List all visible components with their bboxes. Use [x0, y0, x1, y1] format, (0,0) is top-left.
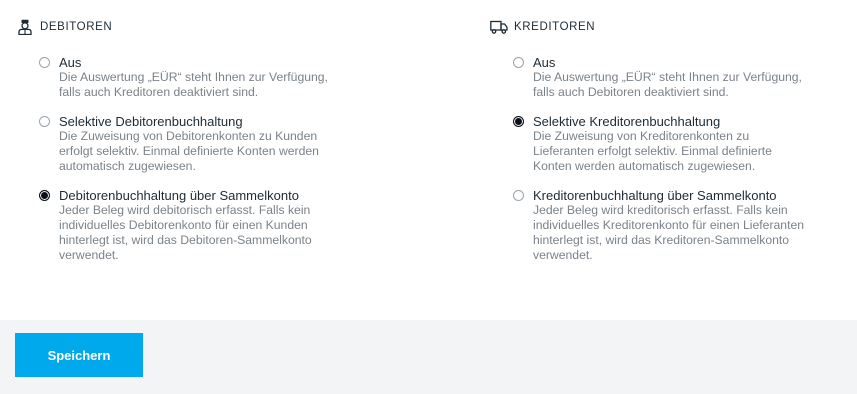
- option-description: Die Zuweisung von Debitorenkonten zu Kun…: [59, 129, 376, 174]
- kreditoren-option[interactable]: Kreditorenbuchhaltung über Sammelkonto Je…: [513, 188, 850, 263]
- radio-button[interactable]: [513, 116, 524, 127]
- kreditoren-option[interactable]: Aus Die Auswertung „EÜR“ steht Ihnen zur …: [513, 55, 850, 100]
- radio-button[interactable]: [513, 190, 524, 201]
- radio-button[interactable]: [39, 190, 50, 201]
- debitoren-options: Aus Die Auswertung „EÜR“ steht Ihnen zur …: [39, 55, 376, 263]
- kreditoren-option[interactable]: Selektive Kreditorenbuchhaltung Die Zuwei…: [513, 114, 850, 174]
- description-line: hinterlegt ist, wird das Debitoren-Samme…: [59, 233, 312, 247]
- option-description: Die Auswertung „EÜR“ steht Ihnen zur Ver…: [533, 70, 850, 100]
- option-description: Jeder Beleg wird debitorisch erfasst. Fa…: [59, 203, 376, 263]
- description-line: falls auch Kreditoren deaktiviert sind.: [59, 85, 259, 99]
- description-line: Jeder Beleg wird kreditorisch erfasst. F…: [533, 203, 788, 217]
- radio-button[interactable]: [39, 57, 50, 68]
- description-line: Die Zuweisung von Debitorenkonten zu Kun…: [59, 129, 318, 143]
- option-label: Aus: [533, 55, 556, 70]
- description-line: Konten werden automatisch zugewiesen.: [533, 159, 756, 173]
- option-label: Aus: [59, 55, 82, 70]
- option-label: Kreditorenbuchhaltung über Sammelkonto: [533, 188, 777, 203]
- description-line: Die Zuweisung von Kreditorenkonten zu: [533, 129, 750, 143]
- description-line: individuelles Kreditorenkonto für einen …: [533, 218, 805, 232]
- description-line: hinterlegt ist, wird das Kreditoren-Samm…: [533, 233, 790, 247]
- option-description: Die Auswertung „EÜR“ steht Ihnen zur Ver…: [59, 70, 376, 100]
- option-label: Selektive Debitorenbuchhaltung: [59, 114, 243, 129]
- description-line: falls auch Debitoren deaktiviert sind.: [533, 85, 729, 99]
- debitoren-option[interactable]: Debitorenbuchhaltung über Sammelkonto Jed…: [39, 188, 376, 263]
- kreditoren-section: KREDITOREN Aus Die Auswertung „EÜR“ steht…: [490, 16, 850, 277]
- kreditoren-header: KREDITOREN: [490, 16, 850, 38]
- debitoren-title: DEBITOREN: [40, 21, 113, 33]
- description-line: verwendet.: [533, 248, 593, 262]
- description-line: Die Auswertung „EÜR“ steht Ihnen zur Ver…: [533, 70, 802, 84]
- footer-bar: Speichern: [0, 320, 857, 394]
- save-button[interactable]: Speichern: [15, 333, 143, 377]
- option-description: Jeder Beleg wird kreditorisch erfasst. F…: [533, 203, 850, 263]
- description-line: automatisch zugewiesen.: [59, 159, 196, 173]
- kreditoren-options: Aus Die Auswertung „EÜR“ steht Ihnen zur …: [513, 55, 850, 263]
- truck-icon: [490, 18, 508, 36]
- description-line: erfolgt selektiv. Einmal definierte Kont…: [59, 144, 319, 158]
- kreditoren-title: KREDITOREN: [514, 21, 596, 33]
- user-icon: [16, 18, 34, 36]
- debitoren-section: DEBITOREN Aus Die Auswertung „EÜR“ steht …: [16, 16, 376, 277]
- description-line: Jeder Beleg wird debitorisch erfasst. Fa…: [59, 203, 311, 217]
- debitoren-header: DEBITOREN: [16, 16, 376, 38]
- radio-button[interactable]: [513, 57, 524, 68]
- description-line: Die Auswertung „EÜR“ steht Ihnen zur Ver…: [59, 70, 328, 84]
- description-line: verwendet.: [59, 248, 119, 262]
- description-line: Lieferanten erfolgt selektiv. Einmal def…: [533, 144, 772, 158]
- option-label: Debitorenbuchhaltung über Sammelkonto: [59, 188, 299, 203]
- description-line: individuelles Debitorenkonto für einen K…: [59, 218, 308, 232]
- debitoren-option[interactable]: Selektive Debitorenbuchhaltung Die Zuweis…: [39, 114, 376, 174]
- debitoren-option[interactable]: Aus Die Auswertung „EÜR“ steht Ihnen zur …: [39, 55, 376, 100]
- option-label: Selektive Kreditorenbuchhaltung: [533, 114, 721, 129]
- radio-button[interactable]: [39, 116, 50, 127]
- option-description: Die Zuweisung von Kreditorenkonten zu Lie…: [533, 129, 850, 174]
